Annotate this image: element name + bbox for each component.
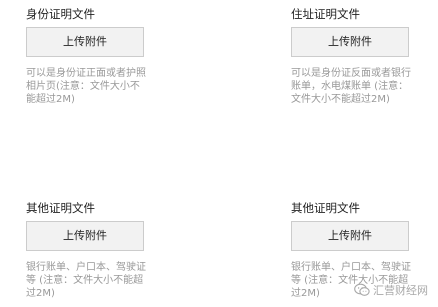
other-proof-title-1: 其他证明文件 (26, 201, 95, 215)
identity-proof-upload-button[interactable]: 上传附件 (26, 27, 144, 57)
address-proof-title: 住址证明文件 (291, 7, 360, 21)
watermark-text: 汇营财经网 (373, 284, 428, 297)
identity-proof-hint: 可以是身份证正面或者护照相片页(注意：文件大小不能超过2M) (26, 68, 146, 105)
other-proof-hint-1: 银行账单、户口本、驾驶证等 (注意：文件大小不能超过2M) (26, 262, 146, 299)
identity-proof-title: 身份证明文件 (26, 7, 95, 21)
identity-proof-section: 身份证明文件 上传附件 可以是身份证正面或者护照相片页(注意：文件大小不能超过2… (26, 6, 156, 106)
address-proof-section: 住址证明文件 上传附件 可以是身份证反面或者银行账单，水电煤账单 (注意：文件大… (291, 6, 421, 106)
other-proof-section-1: 其他证明文件 上传附件 银行账单、户口本、驾驶证等 (注意：文件大小不能超过2M… (26, 200, 156, 300)
wechat-bubble-icon (354, 283, 370, 296)
other-proof-title-2: 其他证明文件 (291, 201, 360, 215)
address-proof-hint: 可以是身份证反面或者银行账单，水电煤账单 (注意：文件大小不能超过2M) (291, 68, 411, 105)
other-proof-upload-button-1[interactable]: 上传附件 (26, 221, 144, 251)
watermark: 汇营财经网 (354, 282, 428, 298)
address-proof-upload-button[interactable]: 上传附件 (291, 27, 409, 57)
other-proof-upload-button-2[interactable]: 上传附件 (291, 221, 409, 251)
